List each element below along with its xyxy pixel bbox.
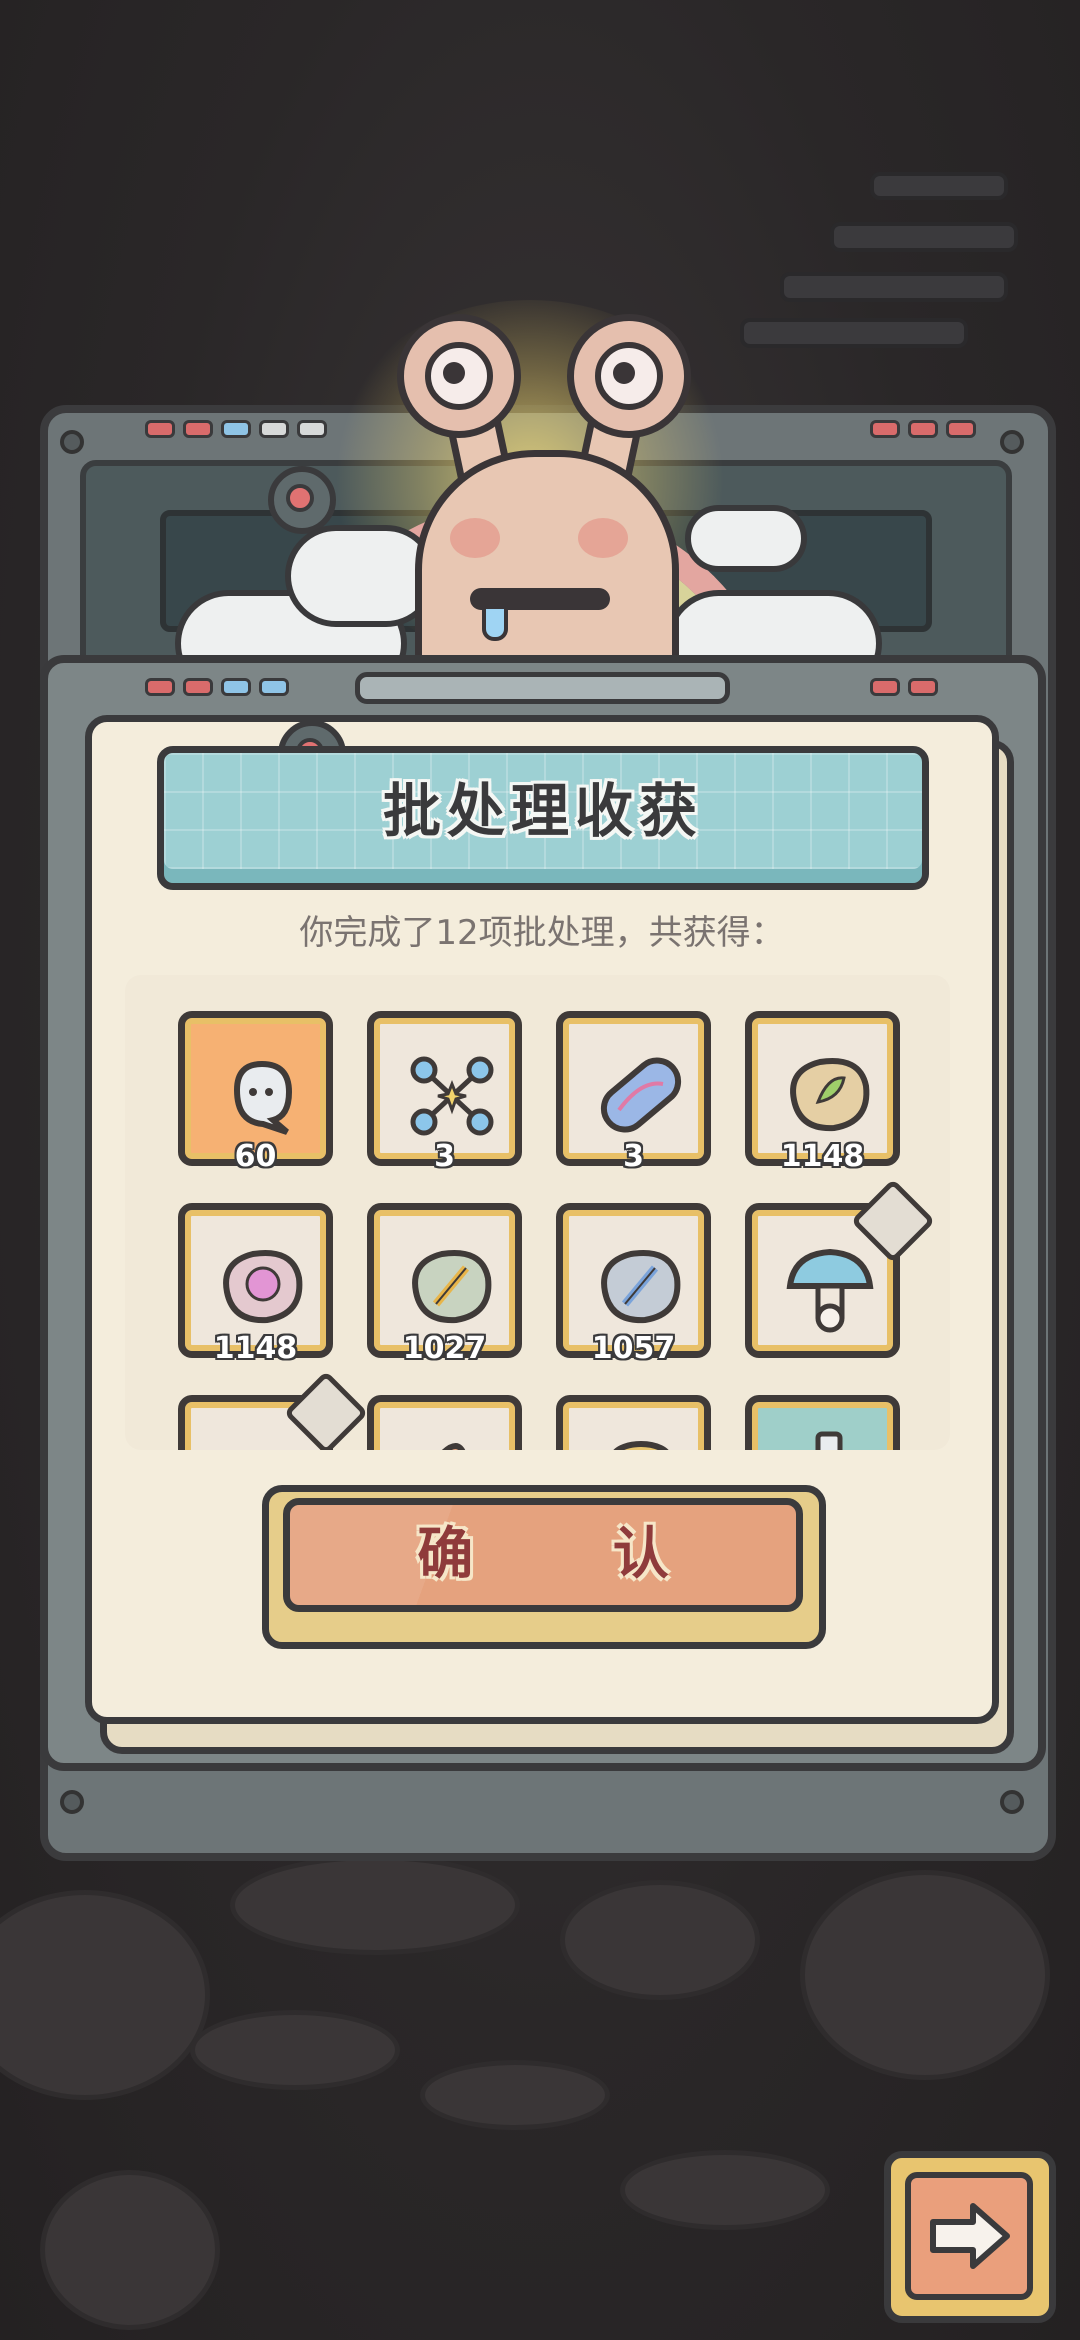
reward-count: 3 xyxy=(623,1139,644,1174)
blue-mushroom-icon xyxy=(774,1232,885,1343)
reward-count: 1148 xyxy=(213,1331,298,1366)
reward-item[interactable]: 1148 xyxy=(745,1011,900,1174)
constellation-network-icon xyxy=(396,1040,507,1151)
reward-item[interactable]: 1027 xyxy=(367,1203,522,1366)
cloud-right-top xyxy=(685,505,807,572)
blue-sword-stone-icon xyxy=(585,1232,696,1343)
confirm-button-label: 确 认 xyxy=(417,1522,729,1587)
reward-item[interactable] xyxy=(745,1395,900,1450)
orange-item-partial-icon xyxy=(396,1424,507,1450)
background-rock xyxy=(560,1880,760,2000)
drool-drop-icon xyxy=(482,605,508,641)
reward-item[interactable]: 60 xyxy=(178,1011,333,1174)
bottle-item-partial-icon xyxy=(774,1424,885,1450)
reward-item[interactable]: 1148 xyxy=(178,1203,333,1366)
rune-capsule-icon xyxy=(585,1040,696,1151)
confirm-button[interactable]: 确 认 xyxy=(283,1498,803,1612)
screw-icon xyxy=(60,430,84,454)
green-sword-stone-icon xyxy=(396,1232,507,1343)
indicator-lights xyxy=(870,420,976,438)
reward-count: 1148 xyxy=(780,1139,865,1174)
indicator-lights xyxy=(145,420,327,438)
snail-cheek xyxy=(450,518,500,558)
reward-item[interactable] xyxy=(745,1178,936,1358)
reward-item[interactable]: 1057 xyxy=(556,1203,711,1366)
indicator-lights xyxy=(145,678,289,696)
rewards-grid: 60 3 3 1148 1148 1027 1057 xyxy=(178,1011,936,1450)
reward-item[interactable]: 3 xyxy=(556,1011,711,1174)
result-summary: 你完成了12项批处理，共获得： xyxy=(299,913,785,953)
reward-tile xyxy=(556,1395,711,1450)
screw-icon xyxy=(60,1790,84,1814)
dialog-title: 批处理收获 xyxy=(382,777,703,845)
reward-count: 1057 xyxy=(591,1331,676,1366)
screw-icon xyxy=(1000,1790,1024,1814)
ghost-spirit-icon xyxy=(207,1040,318,1151)
background-rock xyxy=(190,2010,400,2090)
leaf-rune-stone-icon xyxy=(774,1040,885,1151)
background-step xyxy=(740,318,968,348)
reward-item[interactable] xyxy=(178,1370,369,1450)
snail-eye-left-icon xyxy=(397,314,521,438)
rewards-scroll-area[interactable]: 60 3 3 1148 1148 1027 1057 xyxy=(125,975,950,1450)
reward-count: 3 xyxy=(434,1139,455,1174)
reward-item[interactable] xyxy=(367,1395,522,1450)
indicator-lights xyxy=(870,678,938,696)
reward-count: 1027 xyxy=(402,1331,487,1366)
next-button[interactable] xyxy=(884,2151,1056,2323)
right-arrow-icon xyxy=(905,2172,1033,2300)
pink-rune-stone-icon xyxy=(207,1232,318,1343)
background-mushroom xyxy=(800,1870,1050,2080)
background-rock xyxy=(420,2060,610,2130)
background-step xyxy=(830,222,1018,252)
reward-item[interactable]: 3 xyxy=(367,1011,522,1174)
background-plant xyxy=(40,2170,220,2330)
reward-tile xyxy=(367,1395,522,1450)
machine-slot xyxy=(355,672,730,704)
yellow-item-partial-icon xyxy=(585,1424,696,1450)
reward-tile xyxy=(745,1395,900,1450)
reward-item[interactable] xyxy=(556,1395,711,1450)
reward-count: 60 xyxy=(234,1139,277,1174)
background-step xyxy=(870,172,1008,200)
background-rock xyxy=(230,1855,520,1955)
background-step xyxy=(780,272,1008,302)
screw-icon xyxy=(1000,430,1024,454)
snail-cheek xyxy=(578,518,628,558)
snail-eye-right-icon xyxy=(567,314,691,438)
background-rock xyxy=(620,2150,830,2230)
